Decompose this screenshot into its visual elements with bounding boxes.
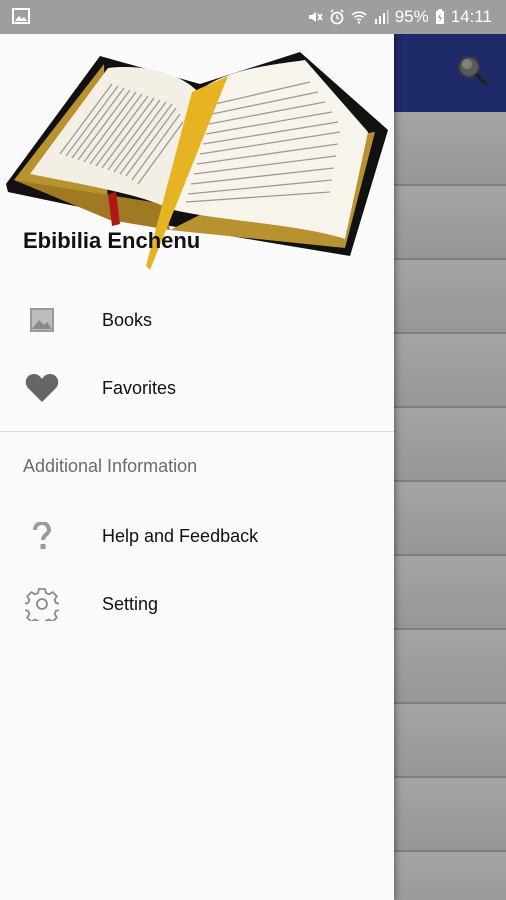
wifi-icon: [351, 11, 367, 24]
list-item[interactable]: [394, 260, 506, 334]
nav-item-label: Books: [102, 309, 153, 330]
background-app: [394, 34, 506, 900]
signal-icon: [374, 10, 389, 24]
help-icon: [22, 522, 62, 550]
nav-item-setting[interactable]: Setting: [0, 570, 394, 638]
navigation-drawer: Ebibilia Enchenu Books Favorites Additio…: [0, 34, 394, 900]
mute-icon: [308, 12, 323, 22]
nav-item-label: Setting: [102, 593, 159, 614]
nav-item-favorites[interactable]: Favorites: [0, 354, 394, 422]
list-item[interactable]: [394, 852, 506, 900]
list-item[interactable]: [394, 186, 506, 260]
search-icon[interactable]: [456, 54, 490, 93]
image-icon: [22, 307, 62, 333]
list-item[interactable]: [394, 556, 506, 630]
list-item[interactable]: [394, 704, 506, 778]
nav-item-books[interactable]: Books: [0, 286, 394, 354]
list-item[interactable]: [394, 630, 506, 704]
secondary-nav: Help and Feedback Setting: [0, 502, 394, 638]
clock: 14:11: [450, 7, 492, 26]
primary-nav: Books Favorites: [0, 286, 394, 422]
battery-icon: [435, 9, 444, 24]
list-item[interactable]: [394, 778, 506, 852]
list-item[interactable]: [394, 408, 506, 482]
alarm-icon: [330, 9, 344, 25]
list-item[interactable]: [394, 482, 506, 556]
heart-icon: [22, 373, 62, 403]
gallery-notification-icon: [12, 8, 30, 29]
list-item[interactable]: [394, 112, 506, 186]
drawer-header: Ebibilia Enchenu: [0, 34, 394, 272]
section-title: Additional Information: [23, 456, 198, 476]
nav-item-label: Help and Feedback: [102, 525, 259, 546]
battery-percent: 95%: [394, 7, 429, 26]
background-toolbar: [394, 34, 506, 112]
app-name: Ebibilia Enchenu: [23, 228, 201, 253]
nav-item-label: Favorites: [102, 377, 177, 398]
nav-item-help-feedback[interactable]: Help and Feedback: [0, 502, 394, 570]
list-item[interactable]: [394, 334, 506, 408]
status-bar: 95% 14:11: [0, 0, 506, 34]
gear-icon: [22, 587, 62, 621]
